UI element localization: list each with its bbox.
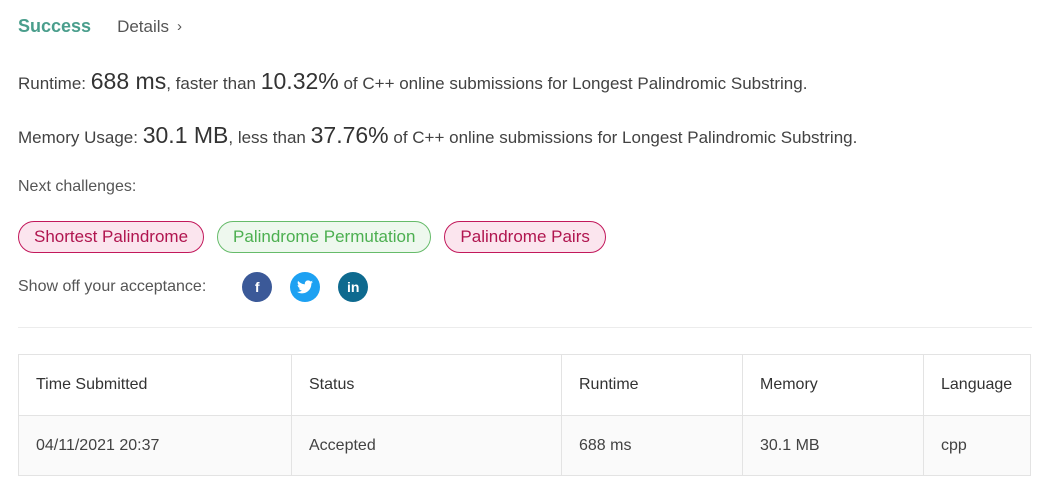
share-row: Show off your acceptance: f in — [18, 272, 369, 302]
col-language[interactable]: Language — [923, 354, 1031, 416]
runtime-label: Runtime: — [18, 74, 87, 93]
runtime-value: 688 ms — [90, 68, 167, 94]
memory-value: 30.1 MB — [142, 122, 229, 148]
social-buttons: f in — [242, 272, 369, 302]
memory-suffix: of C++ online submissions for Longest Pa… — [393, 128, 858, 147]
table-row: 04/11/2021 20:37 Accepted 688 ms 30.1 MB… — [18, 415, 1031, 476]
memory-comparator: , less than — [228, 128, 306, 147]
memory-percent: 37.76% — [310, 122, 389, 148]
challenge-palindrome-pairs[interactable]: Palindrome Pairs — [444, 221, 606, 253]
runtime-suffix: of C++ online submissions for Longest Pa… — [343, 74, 808, 93]
next-challenges-list: Shortest Palindrome Palindrome Permutati… — [18, 221, 606, 253]
col-status[interactable]: Status — [291, 354, 562, 416]
runtime-summary: Runtime: 688 ms, faster than 10.32% of C… — [18, 68, 807, 95]
challenge-shortest-palindrome[interactable]: Shortest Palindrome — [18, 221, 205, 253]
cell-status-accepted[interactable]: Accepted — [291, 415, 562, 476]
facebook-icon[interactable]: f — [242, 272, 273, 302]
status-success: Success — [18, 16, 92, 36]
section-divider — [18, 327, 1032, 328]
cell-runtime: 688 ms — [561, 415, 743, 476]
memory-label: Memory Usage: — [18, 128, 138, 147]
details-label: Details — [117, 16, 170, 36]
cell-language: cpp — [923, 415, 1031, 476]
submissions-table: Time Submitted Status Runtime Memory Lan… — [18, 354, 1031, 476]
twitter-bird-icon — [297, 280, 314, 294]
share-label: Show off your acceptance: — [18, 278, 207, 295]
details-link[interactable]: Details › — [117, 17, 182, 37]
next-challenges-label: Next challenges: — [18, 178, 137, 195]
runtime-comparator: , faster than — [166, 74, 256, 93]
col-memory[interactable]: Memory — [742, 354, 924, 416]
cell-time-submitted: 04/11/2021 20:37 — [18, 415, 292, 476]
runtime-percent: 10.32% — [260, 68, 339, 94]
cell-memory: 30.1 MB — [742, 415, 924, 476]
challenge-palindrome-permutation[interactable]: Palindrome Permutation — [217, 221, 432, 253]
col-time-submitted[interactable]: Time Submitted — [18, 354, 292, 416]
col-runtime[interactable]: Runtime — [561, 354, 743, 416]
twitter-icon[interactable] — [290, 272, 321, 302]
chevron-right-icon: › — [177, 18, 183, 35]
table-header-row: Time Submitted Status Runtime Memory Lan… — [18, 354, 1031, 416]
linkedin-icon[interactable]: in — [338, 272, 369, 302]
result-header: Success Details › — [18, 16, 182, 37]
memory-summary: Memory Usage: 30.1 MB, less than 37.76% … — [18, 122, 857, 149]
